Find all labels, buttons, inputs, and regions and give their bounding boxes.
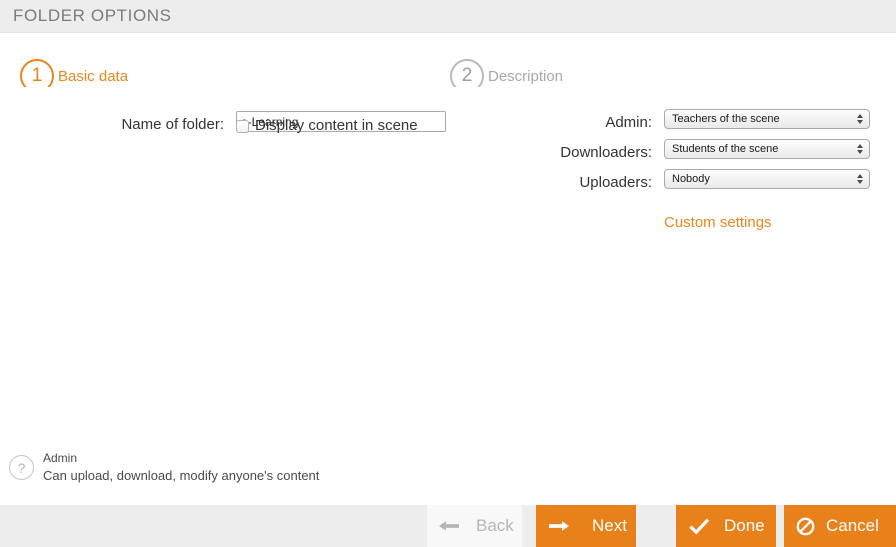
- footer-bar: Back Next Done Cancel: [0, 505, 896, 547]
- help-description: Can upload, download, modify anyone's co…: [43, 468, 320, 483]
- page-title: FOLDER OPTIONS: [13, 6, 172, 25]
- cancel-button-label: Cancel: [826, 516, 879, 535]
- permission-row-admin: Admin: Teachers of the scene: [470, 109, 890, 139]
- stepper-arrows-icon: [857, 114, 863, 124]
- downloaders-select[interactable]: Students of the scene: [664, 139, 870, 159]
- downloaders-label: Downloaders:: [560, 144, 652, 161]
- wizard-step-bar: 1 Basic data 2 Description: [0, 34, 896, 95]
- next-button-label: Next: [592, 516, 627, 535]
- display-content-checkbox[interactable]: [236, 119, 249, 133]
- stepper-arrows-icon: [857, 144, 863, 154]
- permission-row-uploaders: Uploaders: Nobody: [470, 169, 890, 199]
- admin-select-value: Teachers of the scene: [672, 113, 780, 125]
- admin-select[interactable]: Teachers of the scene: [664, 109, 870, 129]
- header-bar: FOLDER OPTIONS: [0, 0, 896, 33]
- uploaders-select[interactable]: Nobody: [664, 169, 870, 189]
- done-button-label: Done: [724, 516, 765, 535]
- stepper-arrows-icon: [857, 174, 863, 184]
- step-2-label: Description: [488, 67, 564, 85]
- arrow-right-icon: [548, 520, 570, 532]
- check-icon: [689, 518, 710, 535]
- main-content: Name of folder: Display content in scene…: [0, 87, 896, 505]
- downloaders-select-value: Students of the scene: [672, 143, 779, 155]
- question-mark-icon: ?: [9, 455, 34, 480]
- cancel-button[interactable]: Cancel: [784, 505, 896, 547]
- uploaders-select-value: Nobody: [672, 173, 710, 185]
- arrow-left-icon: [438, 520, 460, 532]
- permission-row-downloaders: Downloaders: Students of the scene: [470, 139, 890, 169]
- uploaders-label: Uploaders:: [579, 174, 652, 191]
- custom-settings-link[interactable]: Custom settings: [664, 214, 772, 231]
- permissions-block: Admin: Teachers of the scene Downloaders…: [470, 109, 890, 199]
- help-title: Admin: [43, 451, 78, 465]
- no-entry-icon: [796, 517, 815, 536]
- help-text: Admin Can upload, download, modify anyon…: [43, 450, 319, 484]
- back-button-label: Back: [476, 516, 514, 535]
- step-1-label: Basic data: [58, 67, 129, 85]
- back-button[interactable]: Back: [427, 505, 522, 547]
- folder-name-label: Name of folder:: [121, 116, 224, 133]
- display-content-label: Display content in scene: [255, 117, 418, 134]
- next-button[interactable]: Next: [536, 505, 636, 547]
- admin-label: Admin:: [605, 114, 652, 131]
- done-button[interactable]: Done: [676, 505, 776, 547]
- help-info-block: ? Admin Can upload, download, modify any…: [9, 450, 319, 484]
- display-content-row[interactable]: Display content in scene: [236, 117, 418, 134]
